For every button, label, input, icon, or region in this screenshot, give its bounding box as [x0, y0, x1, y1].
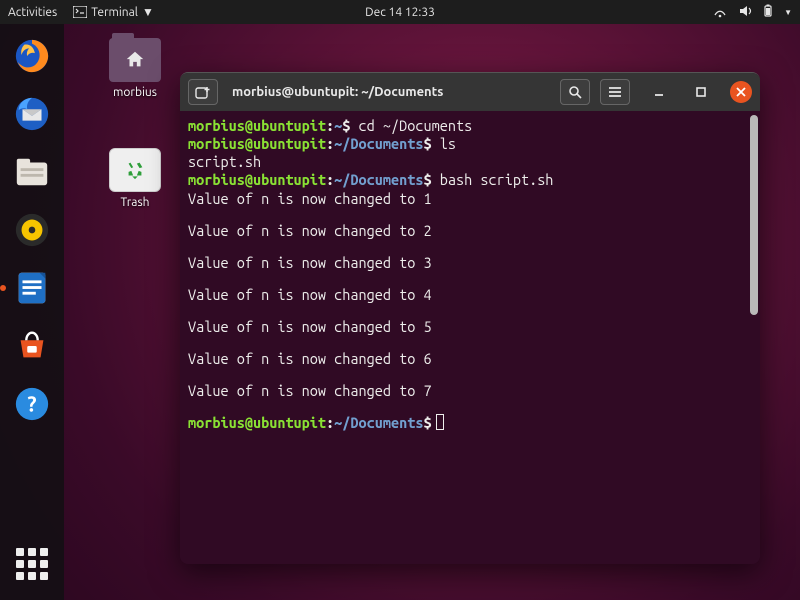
- terminal-line: script.sh: [188, 153, 752, 171]
- battery-icon[interactable]: [762, 4, 774, 21]
- scrollbar[interactable]: [750, 115, 758, 315]
- activities-button[interactable]: Activities: [8, 6, 57, 19]
- terminal-line: Value of n is now changed to 6: [188, 350, 752, 368]
- search-icon: [568, 85, 582, 99]
- desktop-icon-label: Trash: [100, 196, 170, 209]
- desktop-icon-label: morbius: [100, 86, 170, 99]
- search-button[interactable]: [560, 79, 590, 105]
- desktop-trash[interactable]: Trash: [100, 148, 170, 209]
- volume-icon[interactable]: [738, 4, 752, 21]
- dock-show-applications-icon[interactable]: [10, 542, 54, 586]
- dock-rhythmbox-icon[interactable]: [10, 208, 54, 252]
- terminal-line: morbius@ubuntupit:~/Documents$ ls: [188, 135, 752, 153]
- network-icon[interactable]: [712, 4, 728, 21]
- terminal-line: morbius@ubuntupit:~$ cd ~/Documents: [188, 117, 752, 135]
- dock-help-icon[interactable]: ?: [10, 382, 54, 426]
- dock-firefox-icon[interactable]: [10, 34, 54, 78]
- new-tab-icon: [195, 85, 211, 99]
- hamburger-menu-button[interactable]: [600, 79, 630, 105]
- terminal-line: Value of n is now changed to 5: [188, 318, 752, 336]
- cursor: [436, 414, 444, 430]
- chevron-down-icon: ▼: [142, 5, 154, 19]
- terminal-prompt[interactable]: morbius@ubuntupit:~/Documents$: [188, 414, 752, 432]
- dock-files-icon[interactable]: [10, 150, 54, 194]
- desktop-home-folder[interactable]: morbius: [100, 38, 170, 99]
- app-menu-label: Terminal: [91, 6, 138, 19]
- minimize-icon: [653, 86, 665, 98]
- terminal-line: Value of n is now changed to 7: [188, 382, 752, 400]
- terminal-line: Value of n is now changed to 4: [188, 286, 752, 304]
- close-icon: [730, 81, 752, 103]
- maximize-icon: [695, 86, 707, 98]
- terminal-body[interactable]: morbius@ubuntupit:~$ cd ~/Documents morb…: [180, 111, 760, 564]
- titlebar[interactable]: morbius@ubuntupit: ~/Documents: [180, 73, 760, 111]
- dock: ?: [0, 24, 64, 600]
- maximize-button[interactable]: [688, 79, 714, 105]
- dock-libreoffice-writer-icon[interactable]: [10, 266, 54, 310]
- terminal-line: Value of n is now changed to 2: [188, 222, 752, 240]
- clock[interactable]: Dec 14 12:33: [365, 6, 435, 19]
- home-icon: [124, 49, 146, 71]
- minimize-button[interactable]: [646, 79, 672, 105]
- terminal-line: morbius@ubuntupit:~/Documents$ bash scri…: [188, 171, 752, 189]
- hamburger-icon: [608, 86, 622, 98]
- terminal-icon: [73, 6, 87, 18]
- terminal-line: Value of n is now changed to 3: [188, 254, 752, 272]
- app-menu[interactable]: Terminal ▼: [67, 3, 160, 21]
- terminal-window: morbius@ubuntupit: ~/Documents morbius@u…: [180, 72, 760, 564]
- dock-software-icon[interactable]: [10, 324, 54, 368]
- close-button[interactable]: [730, 81, 752, 103]
- system-menu-chevron-icon[interactable]: ▼: [784, 8, 792, 17]
- dock-thunderbird-icon[interactable]: [10, 92, 54, 136]
- terminal-line: Value of n is now changed to 1: [188, 190, 752, 208]
- top-bar: Activities Terminal ▼ Dec 14 12:33 ▼: [0, 0, 800, 24]
- new-tab-button[interactable]: [188, 79, 218, 105]
- window-title: morbius@ubuntupit: ~/Documents: [224, 85, 550, 99]
- svg-text:?: ?: [27, 393, 36, 416]
- recycle-icon: [124, 159, 146, 181]
